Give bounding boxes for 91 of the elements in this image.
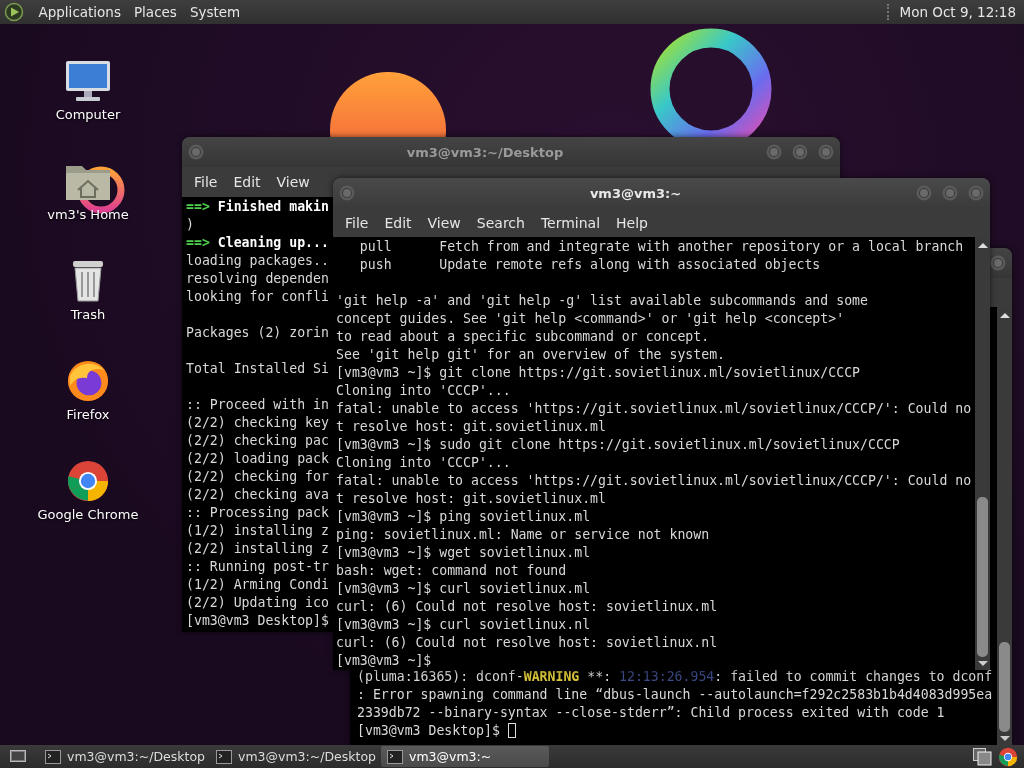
terminal-line: ==> Cleaning up...: [186, 234, 329, 252]
chrome-icon[interactable]: [998, 746, 1018, 767]
terminal-line: : Error spawning command line “dbus-launch --autolaunch=f292c2583b1b4d4083d995ea: [357, 686, 993, 704]
window-title: vm3@vm3:~: [588, 185, 683, 201]
terminal-line: [vm3@vm3 Desktop]$: [357, 722, 516, 740]
terminal-line: [vm3@vm3 ~]$ curl sovietlinux.nl: [336, 616, 591, 634]
terminal-line: [vm3@vm3 ~]$ wget sovietlinux.ml: [336, 544, 591, 562]
terminal-line: (2/2) Updating ico: [186, 594, 329, 612]
terminal-line: (2/2) installing z: [186, 540, 329, 558]
icon-label[interactable]: vm3's Home: [47, 207, 129, 222]
terminal-line: 'git help -a' and 'git help -g' list available subcommands and some: [336, 292, 868, 310]
menu-item[interactable]: File: [186, 174, 226, 190]
window-button[interactable]: [792, 144, 808, 160]
terminal-line: pull Fetch from and integrate with another repository or a local branch: [358, 238, 964, 256]
terminal-line: [vm3@vm3 ~]$ ping sovietlinux.ml: [336, 508, 591, 526]
menu-item[interactable]: Help: [608, 214, 656, 231]
terminal-line: fatal: unable to access 'https://git.sovietlinux.ml/sovietlinux/CCCP/': Could no: [336, 400, 972, 418]
terminal-line: loading packages..: [186, 252, 329, 270]
menu-item[interactable]: Search: [468, 214, 533, 231]
scrollbar[interactable]: [975, 237, 990, 670]
terminal-line: (2/2) loading pack: [186, 450, 329, 468]
window-button[interactable]: [968, 185, 984, 201]
terminal-line: Cloning into 'CCCP'...: [336, 382, 511, 400]
terminal-line: ): [186, 216, 194, 234]
menu-item[interactable]: Edit: [225, 174, 269, 190]
terminal-icon: [45, 749, 61, 764]
menu-item[interactable]: Edit: [376, 214, 420, 231]
panel-menu[interactable]: Applications: [32, 4, 128, 20]
workspace-icon[interactable]: [973, 746, 993, 767]
panel-menu[interactable]: System: [183, 4, 247, 20]
menu-item[interactable]: View: [268, 174, 318, 190]
terminal-line: curl: (6) Could not resolve host: sovietlinux.nl: [336, 634, 718, 652]
show-desktop-icon[interactable]: [10, 749, 26, 764]
computer-icon[interactable]: [64, 59, 112, 103]
terminal-icon: [387, 749, 403, 764]
terminal-line: [vm3@vm3 ~]$: [336, 652, 432, 670]
terminal-line: (2/2) checking pac: [186, 432, 329, 450]
terminal-line: to read about a specific subcommand or concept.: [336, 328, 710, 346]
panel-handle: [886, 4, 892, 20]
terminal-line: ping: sovietlinux.ml: Name or service not known: [336, 526, 710, 544]
terminal-line: :: Proceed with in: [186, 396, 329, 414]
terminal-line: (2/2) checking key: [186, 414, 329, 432]
terminal-line: (2/2) checking ava: [186, 486, 329, 504]
terminal-line: resolving dependen: [186, 270, 329, 288]
terminal-line: Total Installed Si: [186, 360, 329, 378]
terminal-line: [vm3@vm3 ~]$ curl sovietlinux.ml: [336, 580, 591, 598]
terminal-line: [vm3@vm3 Desktop]$: [186, 612, 329, 630]
window-title: vm3@vm3:~/Desktop: [405, 144, 565, 160]
terminal-line: Packages (2) zorin: [186, 324, 329, 342]
terminal-line: push Update remote refs along with associated objects: [358, 256, 821, 274]
terminal-icon: [216, 749, 232, 764]
terminal-line: t resolve host: git.sovietlinux.ml: [336, 418, 606, 436]
window-button[interactable]: [339, 185, 355, 201]
terminal-line: ==> Finished makin: [186, 198, 329, 216]
window-button[interactable]: [990, 255, 1006, 271]
terminal-line: fatal: unable to access 'https://git.sovietlinux.ml/sovietlinux/CCCP/': Could no: [336, 472, 972, 490]
menu-item[interactable]: Terminal: [532, 214, 609, 231]
taskbar-button[interactable]: vm3@vm3:~/Desktop: [39, 746, 207, 767]
terminal-line: :: Running post-tr: [186, 558, 329, 576]
clock[interactable]: Mon Oct 9, 12:18: [899, 4, 1016, 20]
icon-label[interactable]: Firefox: [66, 407, 110, 422]
terminal-line: curl: (6) Could not resolve host: sovietlinux.ml: [336, 598, 718, 616]
taskbar-button[interactable]: vm3@vm3:~/Desktop: [210, 746, 378, 767]
scrollbar[interactable]: [997, 307, 1012, 745]
icon-label[interactable]: Computer: [55, 107, 121, 122]
terminal-line: See 'git help git' for an overview of the system.: [336, 346, 726, 364]
terminal-line: :: Processing pack: [186, 504, 329, 522]
terminal-line: (1/2) installing z: [186, 522, 329, 540]
terminal-line: t resolve host: git.sovietlinux.ml: [336, 490, 606, 508]
icon-label[interactable]: Trash: [70, 307, 106, 322]
menu-item[interactable]: File: [337, 214, 377, 231]
icon-label[interactable]: Google Chrome: [37, 507, 139, 522]
terminal-line: 2339db72 --binary-syntax --close-stderr”: Child process exited with code 1: [357, 704, 945, 722]
terminal-line: (pluma:16365): dconf-WARNING **: 12:13:26.954: failed to commit changes to dconf: [357, 668, 993, 686]
terminal-line: (1/2) Arming Condi: [186, 576, 329, 594]
menu-logo-icon[interactable]: [4, 2, 24, 22]
terminal-line: (2/2) checking for: [186, 468, 329, 486]
taskbar-button[interactable]: vm3@vm3:~: [381, 746, 549, 767]
panel-menu[interactable]: Places: [127, 4, 184, 20]
window-button[interactable]: [766, 144, 782, 160]
menu-item[interactable]: View: [419, 214, 469, 231]
terminal-line: bash: wget: command not found: [336, 562, 567, 580]
terminal-line: concept guides. See 'git help <command>' or 'git help <concept>': [336, 310, 845, 328]
terminal-line: Cloning into 'CCCP'...: [336, 454, 511, 472]
window-button[interactable]: [818, 144, 834, 160]
window-button[interactable]: [942, 185, 958, 201]
terminal-line: [vm3@vm3 ~]$ git clone https://git.sovietlinux.ml/sovietlinux/CCCP: [336, 364, 860, 382]
window-button[interactable]: [916, 185, 932, 201]
window-button[interactable]: [188, 144, 204, 160]
terminal-line: looking for confli: [186, 288, 329, 306]
terminal-line: [vm3@vm3 ~]$ sudo git clone https://git.sovietlinux.ml/sovietlinux/CCCP: [336, 436, 900, 454]
